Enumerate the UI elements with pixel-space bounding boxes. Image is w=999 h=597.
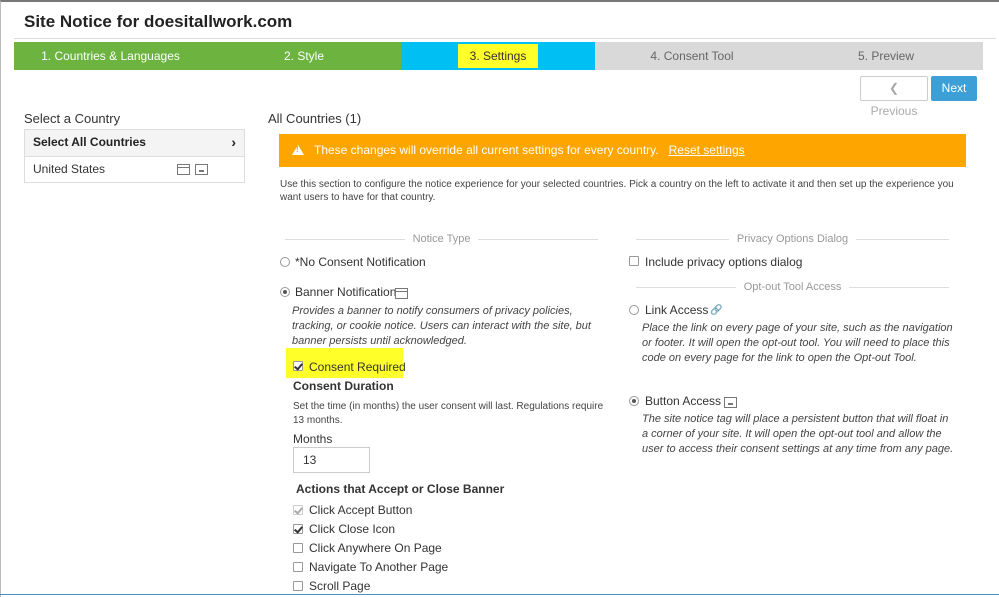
- button-icon: [724, 397, 737, 408]
- step-label: 2. Style: [283, 49, 325, 63]
- no-consent-label: *No Consent Notification: [295, 255, 426, 269]
- next-button[interactable]: Next ❯: [931, 76, 977, 118]
- button-access-radio[interactable]: [629, 396, 639, 406]
- navigate-another-page-checkbox[interactable]: [293, 562, 303, 572]
- step-style[interactable]: 2. Style: [207, 42, 401, 70]
- step-consent-tool[interactable]: 4. Consent Tool: [595, 42, 789, 70]
- months-input[interactable]: 13: [293, 447, 370, 473]
- step-preview[interactable]: 5. Preview: [789, 42, 983, 70]
- settings-description: Use this section to configure the notice…: [280, 179, 954, 203]
- previous-button[interactable]: ❮ Previous: [860, 76, 928, 118]
- warning-text: These changes will override all current …: [314, 143, 659, 157]
- previous-label: Previous: [870, 104, 918, 118]
- include-privacy-dialog-label: Include privacy options dialog: [645, 255, 803, 269]
- step-label: 5. Preview: [857, 49, 915, 63]
- banner-icon: [395, 288, 408, 299]
- step-progress-bar: 1. Countries & Languages 2. Style 3. Set…: [14, 42, 983, 70]
- banner-notification-radio[interactable]: [280, 287, 290, 297]
- reset-settings-link[interactable]: Reset settings: [669, 143, 745, 157]
- divider: [14, 38, 996, 39]
- page-title: Site Notice for doesitallwork.com: [24, 12, 293, 31]
- action-label: Navigate To Another Page: [309, 560, 449, 574]
- country-list: Select All Countries › United States: [24, 129, 245, 183]
- chevron-right-icon: ❯: [948, 104, 960, 118]
- button-access-description: The site notice tag will place a persist…: [642, 413, 954, 455]
- window-frame: [0, 0, 999, 597]
- action-label: Scroll Page: [309, 579, 371, 593]
- bottom-border: [0, 594, 999, 595]
- banner-icon: [177, 164, 190, 175]
- country-panel-heading: Select a Country: [24, 111, 121, 126]
- step-countries-languages[interactable]: 1. Countries & Languages: [14, 42, 207, 70]
- country-label: United States: [33, 162, 106, 176]
- warning-banner: These changes will override all current …: [279, 134, 966, 167]
- banner-notification-label: Banner Notification: [295, 285, 397, 299]
- button-icon: [195, 164, 208, 175]
- consent-duration-description: Set the time (in months) the user consen…: [293, 401, 604, 426]
- consent-duration-title: Consent Duration: [293, 379, 394, 393]
- no-consent-radio[interactable]: [280, 257, 290, 267]
- click-accept-button-checkbox[interactable]: [293, 505, 303, 515]
- link-access-label: Link Access: [645, 303, 709, 317]
- include-privacy-dialog-checkbox[interactable]: [629, 256, 639, 266]
- country-label: Select All Countries: [33, 135, 146, 149]
- notice-type-section-label: Notice Type: [285, 233, 599, 245]
- next-label: Next: [941, 81, 967, 95]
- button-access-label: Button Access: [645, 394, 722, 408]
- banner-description: Provides a banner to notify consumers of…: [292, 305, 591, 347]
- step-settings[interactable]: 3. Settings: [401, 42, 595, 70]
- actions-title: Actions that Accept or Close Banner: [296, 482, 505, 496]
- scroll-page-checkbox[interactable]: [293, 581, 303, 591]
- action-label: Click Anywhere On Page: [309, 541, 442, 555]
- step-label: 1. Countries & Languages: [41, 49, 180, 63]
- link-access-description: Place the link on every page of your sit…: [642, 322, 953, 364]
- link-icon: 🔗: [710, 305, 723, 316]
- chevron-right-icon: ›: [231, 134, 236, 150]
- action-label: Click Accept Button: [309, 503, 413, 517]
- country-item-united-states[interactable]: United States: [25, 156, 244, 182]
- privacy-dialog-section-label: Privacy Options Dialog: [636, 233, 949, 245]
- consent-required-label: Consent Required: [309, 360, 406, 374]
- step-label: 3. Settings: [457, 44, 539, 68]
- warning-icon: [292, 145, 304, 155]
- consent-required-checkbox[interactable]: [293, 361, 303, 371]
- months-label: Months: [293, 432, 333, 446]
- chevron-left-icon: ❮: [888, 81, 900, 95]
- country-item-select-all[interactable]: Select All Countries ›: [25, 130, 244, 156]
- step-label: 4. Consent Tool: [650, 49, 734, 63]
- optout-section-label: Opt-out Tool Access: [636, 281, 949, 293]
- link-access-radio[interactable]: [629, 305, 639, 315]
- action-label: Click Close Icon: [309, 522, 396, 536]
- click-close-icon-checkbox[interactable]: [293, 524, 303, 534]
- click-anywhere-checkbox[interactable]: [293, 543, 303, 553]
- main-heading: All Countries (1): [268, 111, 362, 126]
